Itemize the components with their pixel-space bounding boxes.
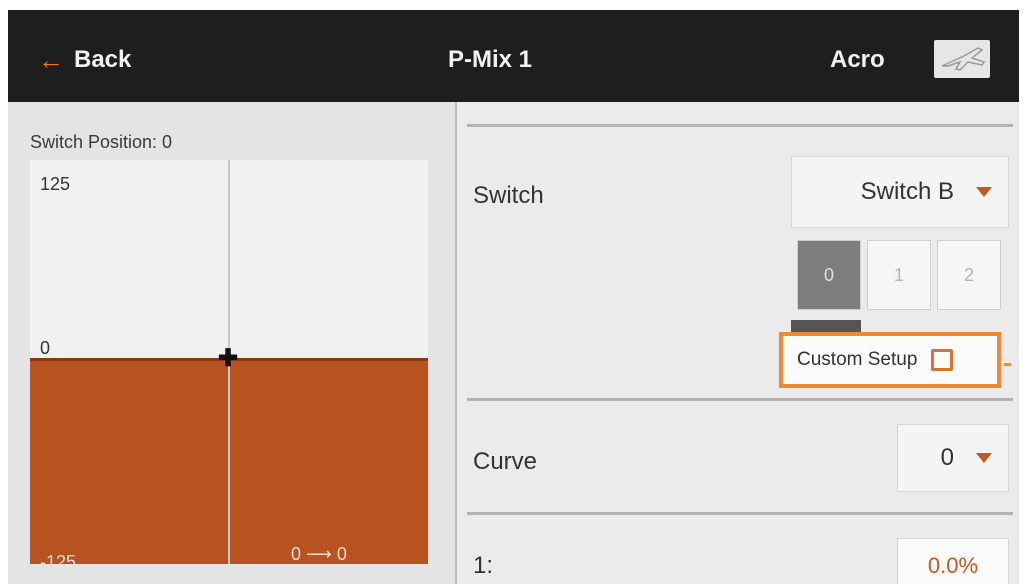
curve-label: Curve (473, 448, 538, 475)
custom-setup-toggle[interactable]: Custom Setup (779, 332, 1001, 388)
switch-position-0-label: 0 (823, 264, 834, 285)
airplane-icon[interactable] (934, 40, 990, 78)
curve-dropdown-value: 0 (940, 444, 954, 471)
switch-position-2-button[interactable]: 2 (937, 240, 1001, 310)
switch-position-0-button[interactable]: 0 (797, 240, 861, 310)
custom-setup-checkbox[interactable] (931, 349, 954, 371)
page-title: P-Mix 1 (448, 46, 533, 73)
graph-crosshair-icon: ✚ (218, 345, 239, 372)
graph-mapping-label: 0 ⟶ 0 (291, 544, 347, 564)
settings-panel: Switch Switch B 0 1 2 Custom Setup Curve… (457, 102, 1019, 584)
divider (467, 398, 1013, 401)
back-button[interactable]: ← Back (38, 46, 131, 74)
switch-dropdown-value: Switch B (860, 178, 954, 205)
graph-min-label: -125 (40, 552, 77, 572)
screen: ← Back P-Mix 1 Acro Switch Position: 0 ✚… (8, 10, 1019, 584)
custom-setup-label: Custom Setup (797, 349, 918, 370)
caret-down-icon (976, 187, 992, 197)
divider (467, 512, 1013, 515)
point-1-label: 1: (473, 552, 494, 579)
graph-max-label: 125 (40, 174, 71, 194)
curve-dropdown[interactable]: 0 (897, 424, 1009, 492)
switch-position-1-button[interactable]: 1 (867, 240, 931, 310)
back-label: Back (74, 46, 132, 73)
model-type-label: Acro (830, 46, 885, 73)
switch-label: Switch (473, 182, 544, 209)
callout-line (1004, 363, 1011, 366)
point-1-value-field[interactable]: 0.0% (897, 538, 1009, 584)
point-1-value: 0.0% (927, 553, 979, 578)
mix-graph-panel: Switch Position: 0 ✚ 125 0 -125 0 ⟶ 0 (8, 102, 457, 584)
switch-position-1-label: 1 (893, 264, 904, 285)
switch-position-2-label: 2 (963, 264, 974, 285)
arrow-left-icon: ← (38, 45, 64, 75)
switch-position-label: Switch Position: 0 (30, 132, 173, 152)
mix-graph: ✚ (30, 160, 428, 564)
top-bar: ← Back P-Mix 1 Acro (8, 10, 1019, 102)
divider (467, 124, 1013, 127)
switch-dropdown[interactable]: Switch B (791, 156, 1009, 228)
caret-down-icon (976, 453, 992, 463)
graph-zero-label: 0 (40, 338, 51, 358)
